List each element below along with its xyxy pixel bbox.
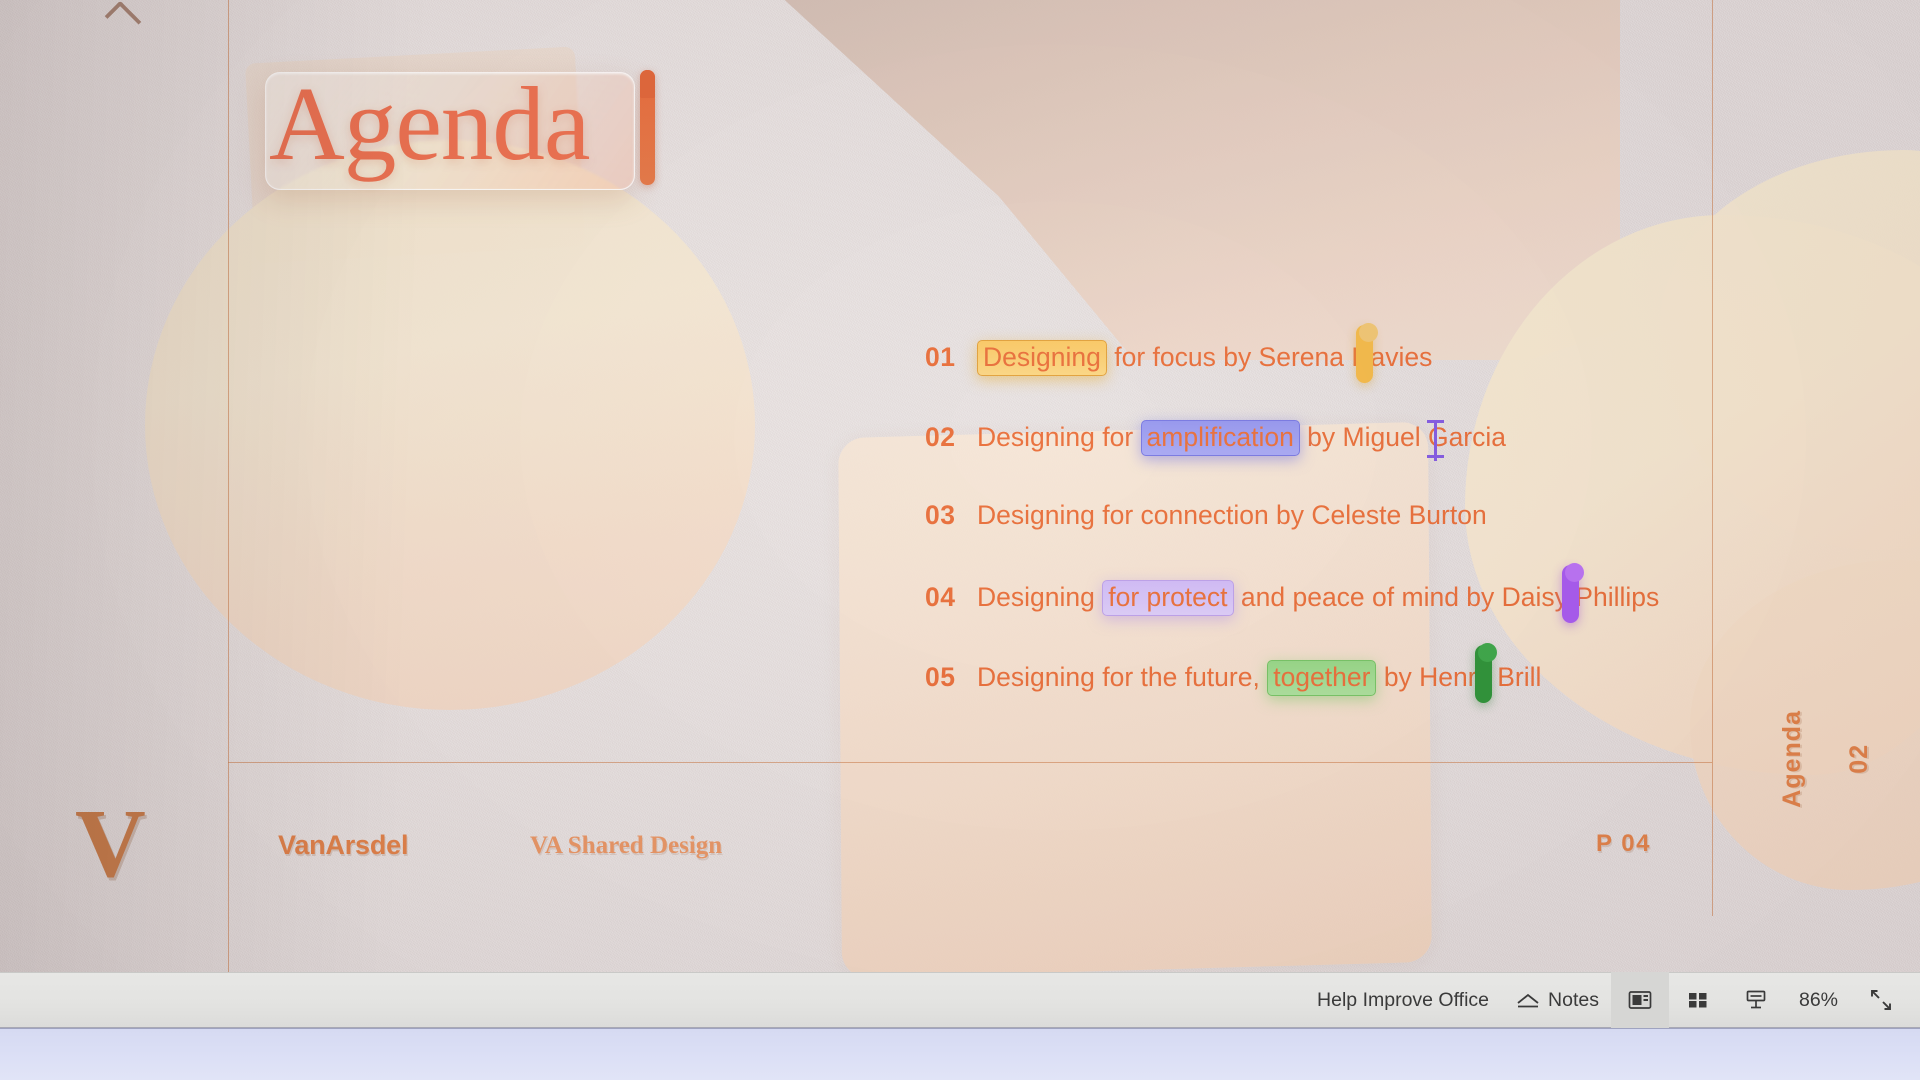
agenda-text-post: and peace of mind by Daisy Phillips	[1233, 582, 1660, 612]
guide-line-right	[1712, 0, 1714, 916]
guide-line-bottom	[228, 762, 1712, 764]
agenda-number: 04	[925, 582, 956, 612]
reading-view-icon	[1746, 990, 1766, 1009]
agenda-text-pre: Designing	[977, 582, 1103, 612]
help-improve-office-link[interactable]: Help Improve Office	[1303, 989, 1503, 1012]
guide-line-left	[228, 0, 230, 972]
view-sorter-button[interactable]	[1669, 972, 1727, 1028]
brand-name: VanArsdel	[278, 830, 409, 860]
agenda-number: 01	[925, 342, 956, 372]
agenda-text-pre: Designing for the future,	[977, 662, 1268, 692]
agenda-text: Designing for the future, together by He…	[977, 660, 1541, 696]
agenda-highlight: amplification	[1140, 420, 1300, 456]
view-reading-button[interactable]	[1727, 972, 1785, 1028]
agenda-item-02[interactable]: 02 Designing for amplification by Miguel…	[925, 420, 1685, 500]
deck-name: VA Shared Design	[530, 832, 723, 859]
agenda-item-05[interactable]: 05 Designing for the future, together by…	[925, 660, 1685, 740]
notes-label: Notes	[1548, 988, 1599, 1011]
agenda-text-pre: Designing for connection by Celeste Burt…	[977, 500, 1487, 530]
fit-to-window-icon	[1871, 990, 1891, 1010]
agenda-text-post: for focus by Serena Davies	[1106, 342, 1433, 372]
side-section-title: Agenda	[1778, 710, 1806, 808]
decor-polygon-top	[774, 0, 1620, 360]
title-collaborator-cursor	[640, 70, 655, 185]
chevron-up-icon	[104, 0, 142, 38]
taskbar-strip	[0, 1028, 1920, 1080]
side-section-number: 02	[1845, 743, 1873, 774]
side-section-label: 02 Agenda	[1778, 710, 1874, 808]
notes-icon	[1517, 993, 1539, 1008]
daisy-phillips-cursor	[1562, 563, 1584, 623]
agenda-text-post: by Henry Brill	[1376, 662, 1542, 692]
zoom-level-label[interactable]: 86%	[1785, 989, 1852, 1012]
agenda-list[interactable]: 01 Designing for focus by Serena Davies …	[925, 340, 1685, 740]
agenda-text: Designing for protect and peace of mind …	[977, 580, 1659, 616]
agenda-highlight: for protect	[1102, 580, 1234, 616]
agenda-text-pre: Designing for	[977, 422, 1141, 452]
slide-canvas[interactable]: Agenda 01 Designing for focus by Serena …	[0, 0, 1920, 972]
agenda-highlight: together	[1267, 660, 1377, 696]
decor-circle-left	[145, 140, 755, 710]
page-title: Agenda	[269, 65, 591, 182]
notes-button[interactable]: Notes	[1503, 972, 1611, 1028]
agenda-text: Designing for connection by Celeste Burt…	[977, 500, 1487, 531]
agenda-text-post: by Miguel Garcia	[1299, 422, 1507, 452]
title-placeholder[interactable]: Agenda	[265, 65, 635, 190]
slide-sorter-icon	[1688, 993, 1707, 1008]
agenda-highlight: Designing	[977, 340, 1107, 376]
agenda-item-01[interactable]: 01 Designing for focus by Serena Davies	[925, 340, 1685, 420]
vanarsdel-logo-mark: V	[75, 790, 146, 898]
henry-brill-cursor	[1475, 643, 1497, 703]
agenda-number: 02	[925, 422, 956, 452]
agenda-number: 03	[925, 500, 956, 530]
miguel-garcia-caret	[1427, 420, 1444, 461]
view-normal-button[interactable]	[1610, 972, 1669, 1028]
serena-davies-cursor	[1356, 323, 1378, 383]
normal-view-icon	[1628, 991, 1652, 1009]
agenda-number: 05	[925, 662, 956, 692]
page-number-label: P 04	[1596, 830, 1651, 857]
status-bar: Help Improve Office Notes 86%	[0, 972, 1920, 1028]
fit-to-window-button[interactable]	[1852, 972, 1910, 1028]
